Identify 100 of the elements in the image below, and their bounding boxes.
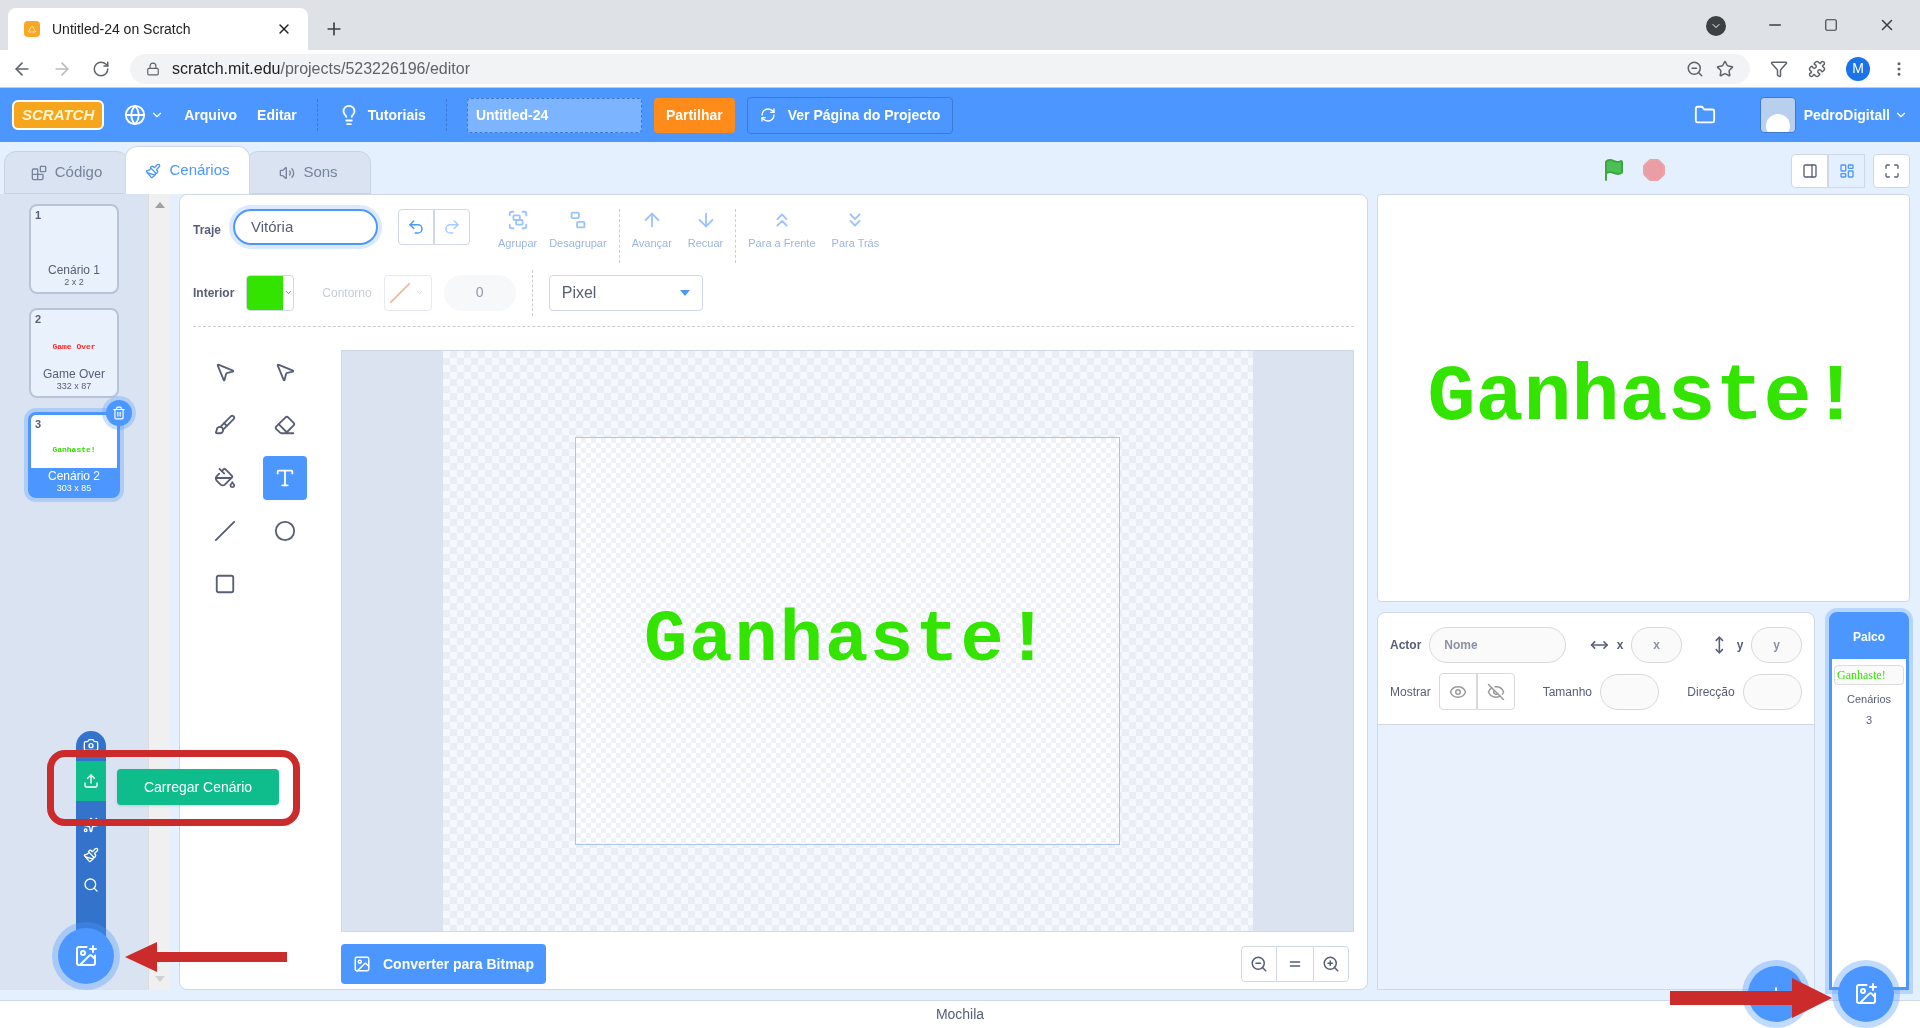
zoom-out-icon[interactable] [1686, 59, 1704, 78]
outline-width-field[interactable]: 0 [443, 274, 516, 311]
stage-thumbnail: Ganhaste! [1834, 665, 1904, 685]
camera-icon[interactable] [83, 737, 99, 753]
zoom-in-button[interactable] [1313, 946, 1349, 982]
delete-costume-button[interactable] [106, 400, 132, 426]
extension-icon[interactable] [1770, 59, 1788, 78]
zoom-out-icon [1250, 955, 1268, 973]
search-icon[interactable] [83, 877, 99, 893]
outline-color-picker[interactable] [383, 274, 432, 311]
globe-icon [124, 104, 147, 126]
upload-tooltip: Carregar Cenário [117, 769, 279, 805]
hide-button[interactable] [1476, 673, 1515, 710]
text-tool[interactable] [263, 456, 307, 500]
address-bar[interactable]: scratch.mit.edu/projects/523226196/editor [130, 53, 1750, 84]
show-label: Mostrar [1390, 683, 1431, 701]
stage-text: Ganhaste! [1427, 351, 1860, 445]
small-stage-button[interactable] [1791, 154, 1828, 188]
costume-card[interactable]: 2 Game Over Game Over 332 x 87 [29, 308, 119, 398]
folder-icon[interactable] [1693, 104, 1716, 126]
direction-field[interactable] [1742, 673, 1802, 710]
costume-number: 2 [34, 312, 42, 327]
user-avatar[interactable] [1759, 97, 1796, 133]
font-dropdown[interactable]: Pixel [548, 274, 703, 311]
ungroup-button[interactable]: Desagrupar [549, 209, 607, 252]
size-field[interactable] [1600, 673, 1660, 710]
stage-selector[interactable]: Palco Ganhaste! Cenários 3 [1829, 612, 1909, 990]
back-button[interactable]: Para Trás [831, 209, 880, 252]
tool-icon [274, 361, 296, 383]
tool-icon [214, 467, 236, 489]
normal-stage-icon [1838, 163, 1855, 179]
no-color-icon [388, 281, 411, 304]
reload-icon[interactable] [92, 59, 110, 78]
caret-icon [679, 289, 690, 296]
surprise-icon[interactable] [83, 817, 99, 833]
show-button[interactable] [1438, 673, 1477, 710]
actor-label: Actor [1390, 637, 1422, 654]
fullscreen-icon [1883, 163, 1900, 179]
canvas-text: Ganhaste! [644, 599, 1051, 684]
scroll-up-icon[interactable] [154, 202, 165, 208]
username-menu[interactable]: PedroDigitall [1803, 104, 1908, 126]
tab-icon [279, 164, 296, 181]
eye-off-icon [1486, 682, 1505, 701]
costume-name: Cenário 2 [48, 469, 100, 483]
restore-icon[interactable] [1824, 18, 1838, 32]
x-field[interactable]: x [1631, 627, 1682, 663]
scratch-logo[interactable]: SCRATCH [12, 99, 105, 131]
group-button[interactable]: Agrupar [498, 209, 538, 252]
share-button[interactable]: Partilhar [653, 97, 735, 133]
zoom-out-button[interactable] [1241, 946, 1277, 982]
triangle-icon [28, 25, 36, 33]
convert-bitmap-button[interactable]: Converter para Bitmap [341, 944, 546, 984]
trash-icon [112, 406, 126, 420]
y-field[interactable]: y [1751, 627, 1802, 663]
refresh-icon [759, 107, 776, 123]
image-plus-icon [1854, 982, 1878, 1006]
fullscreen-button[interactable] [1873, 154, 1910, 188]
flag-icon[interactable] [1602, 158, 1626, 182]
costume-name: Cenário 1 [48, 263, 100, 277]
editor-tab[interactable]: Cenários [125, 146, 250, 194]
redo-icon [443, 218, 462, 236]
bookmark-icon[interactable] [1716, 59, 1734, 78]
costume-thumbnail-text: Ganhaste! [52, 444, 96, 457]
costume-number: 1 [34, 208, 42, 223]
upload-icon [83, 773, 99, 789]
costume-card[interactable]: 3 Ganhaste! Cenário 2 303 x 85 [28, 412, 120, 498]
url-text: scratch.mit.edu/projects/523226196/editor [172, 58, 471, 79]
extensions-icon[interactable] [1808, 59, 1826, 78]
costume-card[interactable]: 1 Cenário 1 2 x 2 [29, 204, 119, 294]
tool-icon [214, 414, 236, 436]
tutorials-button[interactable]: Tutoriais [337, 104, 426, 126]
backpack-label[interactable]: Mochila [935, 1004, 985, 1025]
normal-stage-button[interactable] [1828, 154, 1865, 188]
paint-icon[interactable] [83, 847, 99, 863]
costume-size: 303 x 85 [56, 483, 92, 494]
image-plus-icon [74, 944, 98, 968]
tool-icon [214, 573, 236, 595]
tab-icon [145, 162, 162, 179]
sprite-name-field[interactable]: Nome [1429, 627, 1566, 663]
tab-search-icon[interactable] [1706, 16, 1726, 36]
browser-tab[interactable]: Untitled-24 on Scratch [8, 8, 308, 50]
x-label: x [1616, 637, 1624, 654]
menu-item[interactable]: Editar [257, 104, 297, 126]
view-page-button[interactable]: Ver Página do Projecto [746, 96, 954, 134]
tool-icon [274, 520, 296, 542]
costume-size: 332 x 87 [56, 381, 92, 392]
direction-label: Direcção [1687, 683, 1735, 701]
fill-color-picker[interactable] [246, 274, 295, 311]
reset-zoom-button[interactable] [1277, 946, 1313, 982]
profile-avatar[interactable]: M [1846, 56, 1870, 81]
front-button[interactable]: Para a Frente [748, 209, 816, 252]
image-icon [353, 955, 371, 973]
backward-button[interactable]: Recuar [687, 209, 724, 252]
caret-icon [283, 288, 293, 297]
tool-icon [274, 414, 296, 436]
undo-button[interactable] [398, 209, 435, 245]
forward-button[interactable]: Avançar [631, 209, 672, 252]
project-title-field[interactable]: Untitled-24 [466, 97, 642, 133]
menu-item[interactable]: Arquivo [184, 104, 238, 126]
costume-thumbnail-text: Game Over [52, 341, 96, 354]
